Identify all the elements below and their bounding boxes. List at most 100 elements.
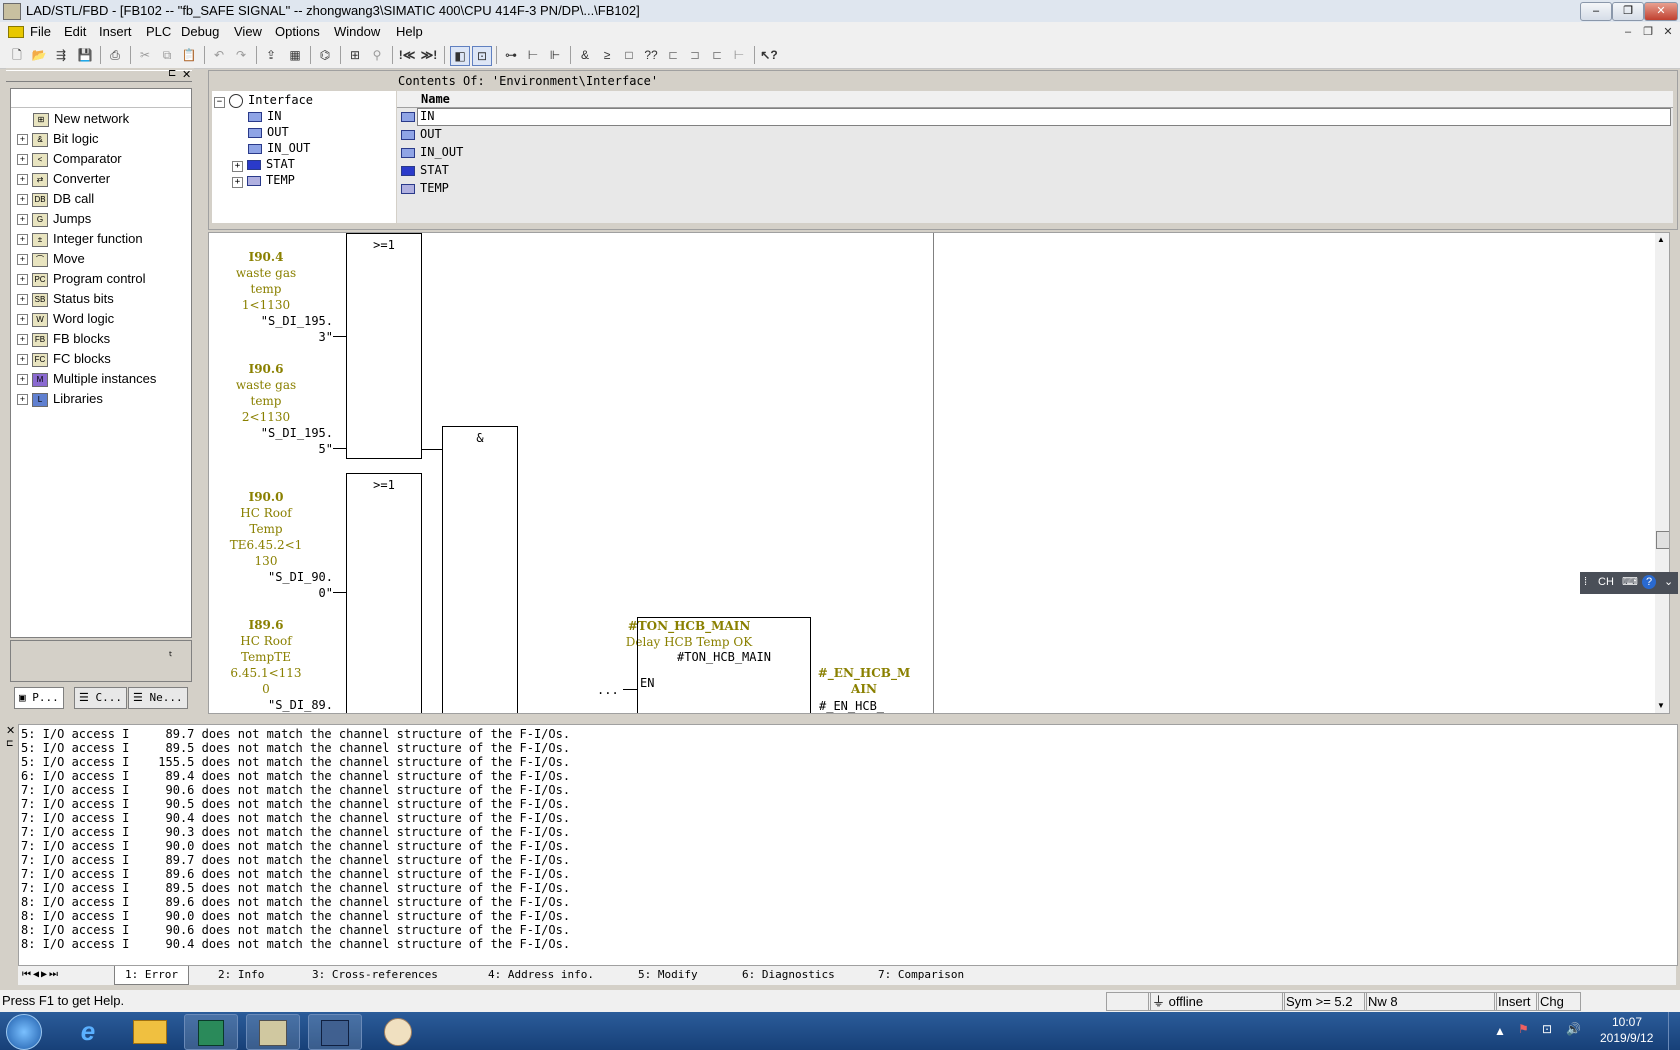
tree-item-stat[interactable]: + STAT (232, 157, 295, 172)
compare-icon[interactable]: ▦ (286, 46, 304, 64)
editor-scrollbar[interactable]: ▲ ▼ (1655, 233, 1669, 713)
print-icon[interactable]: ⎙ (106, 46, 124, 64)
menu-plc[interactable]: PLC (146, 24, 171, 39)
menu-edit[interactable]: Edit (64, 24, 86, 39)
message-line[interactable]: 5: I/O access I 89.5 does not match the … (21, 741, 570, 755)
input-address[interactable]: I90.4 (231, 249, 301, 265)
timer-en-placeholder[interactable]: ... (597, 683, 619, 697)
catalog-item-fb-blocks[interactable]: + FB FB blocks (17, 331, 110, 350)
redo-icon[interactable]: ↷ (232, 46, 250, 64)
ime-help-icon[interactable]: ? (1642, 575, 1656, 589)
catalog-item-new-network[interactable]: ⊞ New network (33, 111, 129, 130)
message-line[interactable]: 6: I/O access I 89.4 does not match the … (21, 769, 570, 783)
column-header-name[interactable]: Name (421, 92, 450, 106)
menu-window[interactable]: Window (334, 24, 380, 39)
mdi-restore-button[interactable]: ❐ (1640, 25, 1656, 39)
network-insert-icon[interactable]: ⊶ (502, 46, 520, 64)
message-line[interactable]: 5: I/O access I 155.5 does not match the… (21, 755, 570, 769)
mdi-close-button[interactable]: ✕ (1660, 25, 1676, 39)
tab-modify[interactable]: 5: Modify (628, 966, 708, 984)
message-line[interactable]: 8: I/O access I 90.6 does not match the … (21, 923, 570, 937)
catalog-item-multiple-instances[interactable]: + M Multiple instances (17, 371, 156, 390)
table-row[interactable]: TEMP (401, 181, 449, 195)
tab-address-info[interactable]: 4: Address info. (478, 966, 604, 984)
catalog-item-comparator[interactable]: + < Comparator (17, 151, 122, 170)
table-row[interactable]: OUT (401, 127, 442, 141)
message-line[interactable]: 7: I/O access I 89.5 does not match the … (21, 881, 570, 895)
tree-item-temp[interactable]: + TEMP (232, 173, 295, 188)
ladder5-icon[interactable]: ⊢ (730, 46, 748, 64)
close-button[interactable]: ✕ (1644, 2, 1678, 21)
open-icon[interactable]: 📂 (30, 46, 48, 64)
tab-error[interactable]: 1: Error (114, 966, 189, 985)
panel-float-icon[interactable]: ⊏ (168, 68, 176, 79)
tab-cross-references[interactable]: 3: Cross-references (302, 966, 448, 984)
expand-icon[interactable]: + (17, 194, 28, 206)
info-toggle-icon[interactable]: ₜ (169, 645, 173, 659)
scroll-up-icon[interactable]: ▲ (1657, 235, 1665, 244)
catalog-item-move[interactable]: + ⌒ Move (17, 251, 85, 270)
menu-file[interactable]: File (30, 24, 51, 39)
message-line[interactable]: 7: I/O access I 90.0 does not match the … (21, 839, 570, 853)
menu-debug[interactable]: Debug (181, 24, 219, 39)
ime-language[interactable]: CH (1598, 576, 1614, 588)
catalog-item-integer-function[interactable]: + ± Integer function (17, 231, 143, 250)
coil-icon[interactable]: □ (620, 46, 638, 64)
accessible-nodes-icon[interactable]: ⇶ (52, 46, 70, 64)
keyboard-icon[interactable]: ⌨ (1622, 575, 1638, 588)
tab-comparison[interactable]: 7: Comparison (868, 966, 974, 984)
tab-scroll-arrows-icon[interactable]: ⏮◀▶⏭ (22, 966, 60, 984)
hw-config-icon[interactable] (308, 1014, 362, 1050)
menu-insert[interactable]: Insert (99, 24, 132, 39)
tab-program-elements[interactable]: ▣ P... (14, 687, 64, 709)
paint-icon[interactable] (372, 1014, 424, 1048)
details-icon[interactable]: ⊡ (472, 46, 492, 66)
tree-item-out[interactable]: OUT (248, 125, 289, 139)
catalog-item-status-bits[interactable]: + SB Status bits (17, 291, 114, 310)
action-center-icon[interactable]: ⚑ (1518, 1022, 1529, 1036)
expand-icon[interactable]: + (17, 314, 28, 326)
ladder4-icon[interactable]: ⊏ (708, 46, 726, 64)
network-icon[interactable]: ⊡ (1542, 1022, 1552, 1036)
expand-icon[interactable]: + (17, 134, 28, 146)
contact-icon[interactable]: ≥ (598, 46, 616, 64)
ladder1-icon[interactable]: ?? (642, 46, 660, 64)
expand-icon[interactable]: + (17, 174, 28, 186)
minimize-button[interactable]: – (1580, 2, 1612, 21)
input-address[interactable]: I90.0 (231, 489, 301, 505)
box-icon[interactable]: & (576, 46, 594, 64)
undo-icon[interactable]: ↶ (210, 46, 228, 64)
save-icon[interactable]: 💾 (76, 46, 94, 64)
help-icon[interactable]: ↖? (760, 46, 778, 64)
explorer-icon[interactable] (124, 1014, 176, 1048)
app-icon[interactable] (3, 3, 21, 20)
ie-icon[interactable]: e (62, 1014, 114, 1048)
message-line[interactable]: 8: I/O access I 89.6 does not match the … (21, 895, 570, 909)
panel-close-icon[interactable]: ✕ (182, 68, 191, 81)
message-line[interactable]: 7: I/O access I 89.7 does not match the … (21, 853, 570, 867)
menu-options[interactable]: Options (275, 24, 320, 39)
collapse-icon[interactable]: − (214, 97, 225, 108)
expand-icon[interactable]: + (17, 354, 28, 366)
prev-network-icon[interactable]: !≪ (398, 46, 416, 64)
goto-icon[interactable]: ⊩ (546, 46, 564, 64)
message-close-icon[interactable]: ✕ (6, 724, 15, 737)
message-line[interactable]: 7: I/O access I 90.3 does not match the … (21, 825, 570, 839)
restore-button[interactable]: ❐ (1612, 2, 1644, 21)
message-line[interactable]: 7: I/O access I 90.5 does not match the … (21, 797, 570, 811)
ladder3-icon[interactable]: ⊐ (686, 46, 704, 64)
tree-root-interface[interactable]: − Interface (214, 93, 313, 108)
expand-icon[interactable]: + (232, 161, 243, 172)
overview-icon[interactable]: ◧ (450, 46, 470, 66)
input-address[interactable]: I90.6 (231, 361, 301, 377)
expand-icon[interactable]: + (17, 234, 28, 246)
clock-time[interactable]: 10:07 (1612, 1015, 1642, 1029)
monitor-icon[interactable]: ⌬ (316, 46, 334, 64)
load-icon[interactable]: ⇪ (262, 46, 280, 64)
message-line[interactable]: 5: I/O access I 89.7 does not match the … (21, 727, 570, 741)
output-name[interactable]: #_EN_HCB_M AIN (809, 665, 919, 697)
simatic-manager-icon[interactable] (184, 1014, 238, 1050)
catalog-item-program-control[interactable]: + PC Program control (17, 271, 145, 290)
menu-view[interactable]: View (234, 24, 262, 39)
panel-grip[interactable] (6, 70, 192, 82)
